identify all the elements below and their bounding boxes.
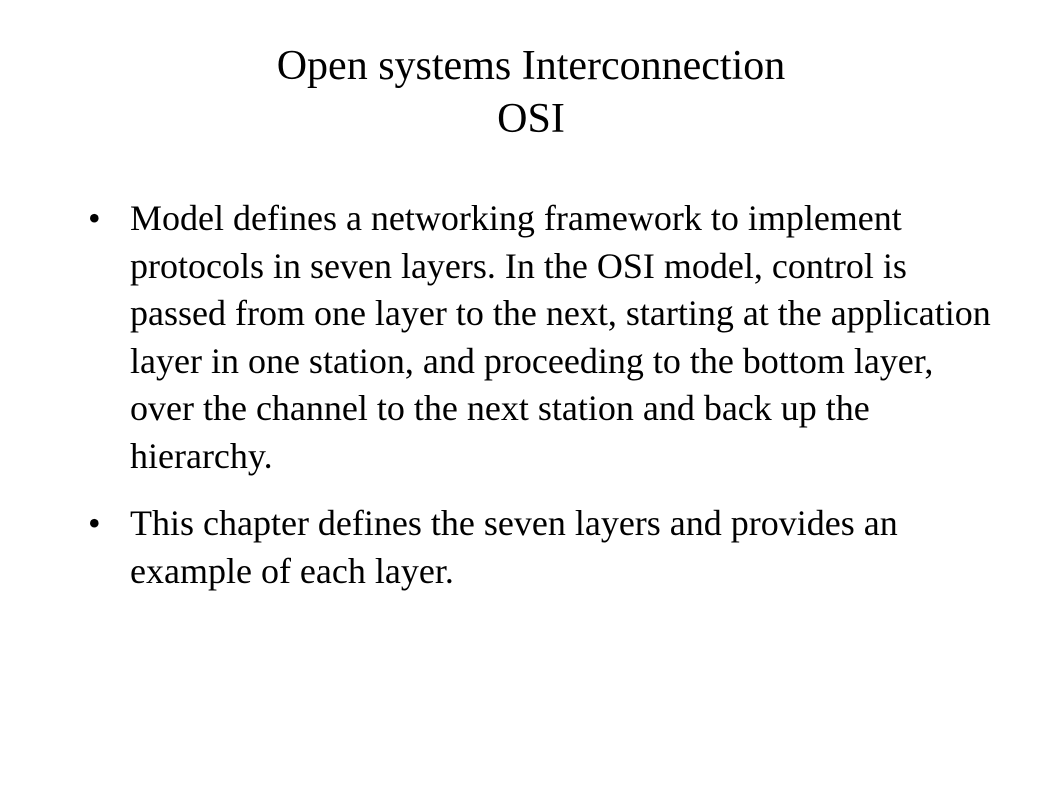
title-line-2: OSI (50, 93, 1012, 146)
list-item: This chapter defines the seven layers an… (130, 500, 1012, 595)
slide-title: Open systems Interconnection OSI (50, 40, 1012, 145)
bullet-list: Model defines a networking framework to … (50, 195, 1012, 595)
list-item: Model defines a networking framework to … (130, 195, 1012, 480)
title-line-1: Open systems Interconnection (50, 40, 1012, 93)
